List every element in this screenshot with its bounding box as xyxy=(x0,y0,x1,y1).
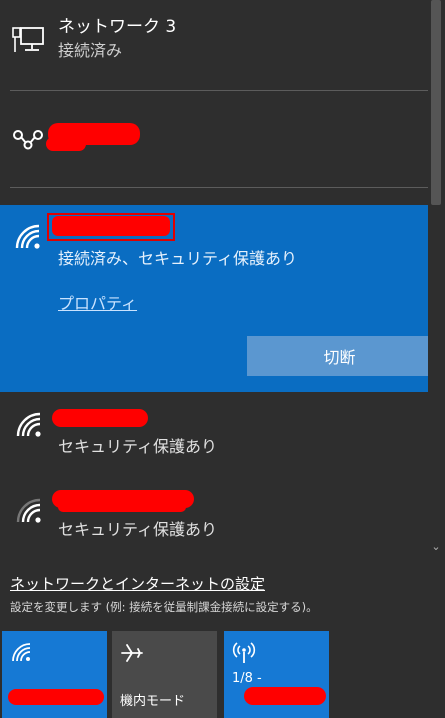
network-name: ネットワーク 3 xyxy=(58,17,177,37)
wifi-icon xyxy=(12,643,31,662)
network-item-dialup[interactable] xyxy=(0,91,428,187)
divider xyxy=(10,187,428,188)
dialup-icon xyxy=(13,130,43,150)
airplane-icon xyxy=(121,644,143,662)
network-item-wifi[interactable]: セキュリティ保護あり xyxy=(0,478,428,558)
network-item-ethernet[interactable]: ネットワーク 3 接続済み xyxy=(0,0,428,90)
ethernet-icon xyxy=(12,27,44,52)
airplane-mode-tile[interactable]: 機内モード xyxy=(112,631,217,718)
airplane-mode-label: 機内モード xyxy=(120,694,186,709)
redacted-network-name xyxy=(46,137,86,151)
mobile-hotspot-tile[interactable]: 1/8 - xyxy=(224,631,329,718)
properties-link[interactable]: プロパティ xyxy=(58,290,137,314)
scrollbar-thumb[interactable] xyxy=(431,0,441,205)
redacted-network-name xyxy=(52,409,148,427)
network-status: セキュリティ保護あり xyxy=(58,437,218,456)
network-item-wifi[interactable]: セキュリティ保護あり xyxy=(0,395,428,475)
disconnect-button[interactable]: 切断 xyxy=(247,336,432,376)
network-status: 接続済み、セキュリティ保護あり xyxy=(58,249,298,268)
redacted-network-name xyxy=(58,502,186,512)
redacted-network-name xyxy=(52,216,170,236)
network-flyout: ネットワーク 3 接続済み 接続済み、セキュリティ保護あり プロパティ 切断 セ… xyxy=(0,0,445,718)
wifi-icon xyxy=(16,498,41,523)
network-settings-link[interactable]: ネットワークとインターネットの設定 xyxy=(10,573,265,594)
wifi-icon xyxy=(15,224,40,249)
hotspot-icon xyxy=(232,642,256,663)
network-status: 接続済み xyxy=(58,41,123,60)
wifi-toggle-tile[interactable] xyxy=(2,631,107,718)
network-status: セキュリティ保護あり xyxy=(58,520,218,539)
network-settings-description: 設定を変更します (例: 接続を従量制課金接続に設定する)。 xyxy=(10,600,318,614)
wifi-icon xyxy=(16,412,41,437)
redacted-tile-label xyxy=(244,687,326,705)
chevron-down-icon[interactable]: ⌄ xyxy=(430,540,442,554)
hotspot-label: 1/8 - xyxy=(232,671,262,686)
redacted-tile-label xyxy=(8,689,104,705)
